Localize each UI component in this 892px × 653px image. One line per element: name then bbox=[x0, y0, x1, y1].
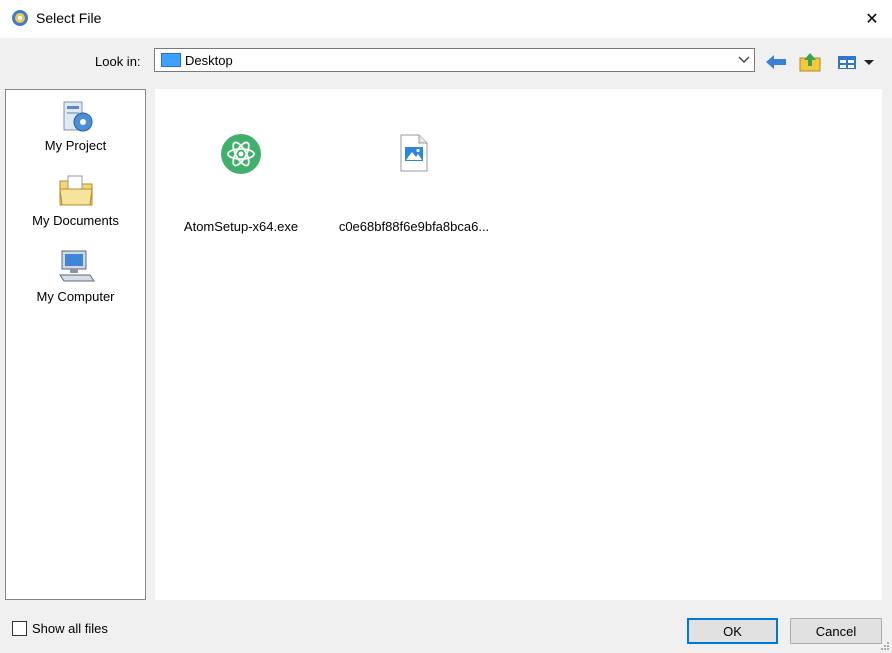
view-menu-icon bbox=[838, 56, 874, 69]
chevron-down-icon bbox=[738, 56, 750, 63]
file-list[interactable]: AtomSetup-x64.exe c0e68bf88f6e9bfa8bca6.… bbox=[155, 89, 882, 600]
computer-icon bbox=[58, 250, 95, 282]
title-bar: Select File ✕ bbox=[0, 0, 892, 38]
place-my-computer[interactable]: My Computer bbox=[6, 247, 145, 304]
place-label: My Documents bbox=[32, 213, 119, 228]
file-item[interactable]: c0e68bf88f6e9bfa8bca6... bbox=[329, 129, 499, 234]
show-all-files-label: Show all files bbox=[32, 621, 108, 636]
look-in-value: Desktop bbox=[185, 53, 233, 68]
place-label: My Project bbox=[44, 138, 107, 153]
view-menu-button[interactable] bbox=[835, 51, 877, 73]
close-icon: ✕ bbox=[865, 11, 879, 28]
image-file-icon bbox=[400, 134, 428, 172]
up-folder-icon bbox=[799, 53, 821, 72]
show-all-files-checkbox[interactable] bbox=[12, 621, 27, 636]
app-disc-icon bbox=[12, 10, 28, 26]
places-bar: My Project My Documents My Computer bbox=[5, 89, 146, 600]
back-arrow-icon bbox=[766, 55, 786, 69]
place-my-project[interactable]: My Project bbox=[6, 96, 145, 153]
close-button[interactable]: ✕ bbox=[852, 0, 892, 38]
look-in-dropdown[interactable]: Desktop bbox=[154, 48, 755, 72]
atom-icon bbox=[221, 134, 261, 174]
back-button[interactable] bbox=[765, 51, 787, 73]
up-folder-button[interactable] bbox=[798, 51, 822, 73]
window-title: Select File bbox=[36, 10, 102, 26]
documents-folder-icon bbox=[58, 175, 93, 206]
place-my-documents[interactable]: My Documents bbox=[6, 171, 145, 228]
file-name: AtomSetup-x64.exe bbox=[183, 219, 299, 234]
place-label: My Computer bbox=[36, 289, 115, 304]
cancel-button[interactable]: Cancel bbox=[790, 618, 882, 644]
resize-grip-icon[interactable] bbox=[880, 641, 890, 651]
look-in-label: Look in: bbox=[95, 54, 141, 69]
project-icon bbox=[63, 101, 92, 132]
file-name: c0e68bf88f6e9bfa8bca6... bbox=[338, 219, 490, 234]
ok-button[interactable]: OK bbox=[687, 618, 778, 644]
file-item[interactable]: AtomSetup-x64.exe bbox=[156, 129, 326, 234]
show-all-files-option[interactable]: Show all files bbox=[12, 621, 108, 636]
desktop-icon bbox=[161, 53, 181, 67]
